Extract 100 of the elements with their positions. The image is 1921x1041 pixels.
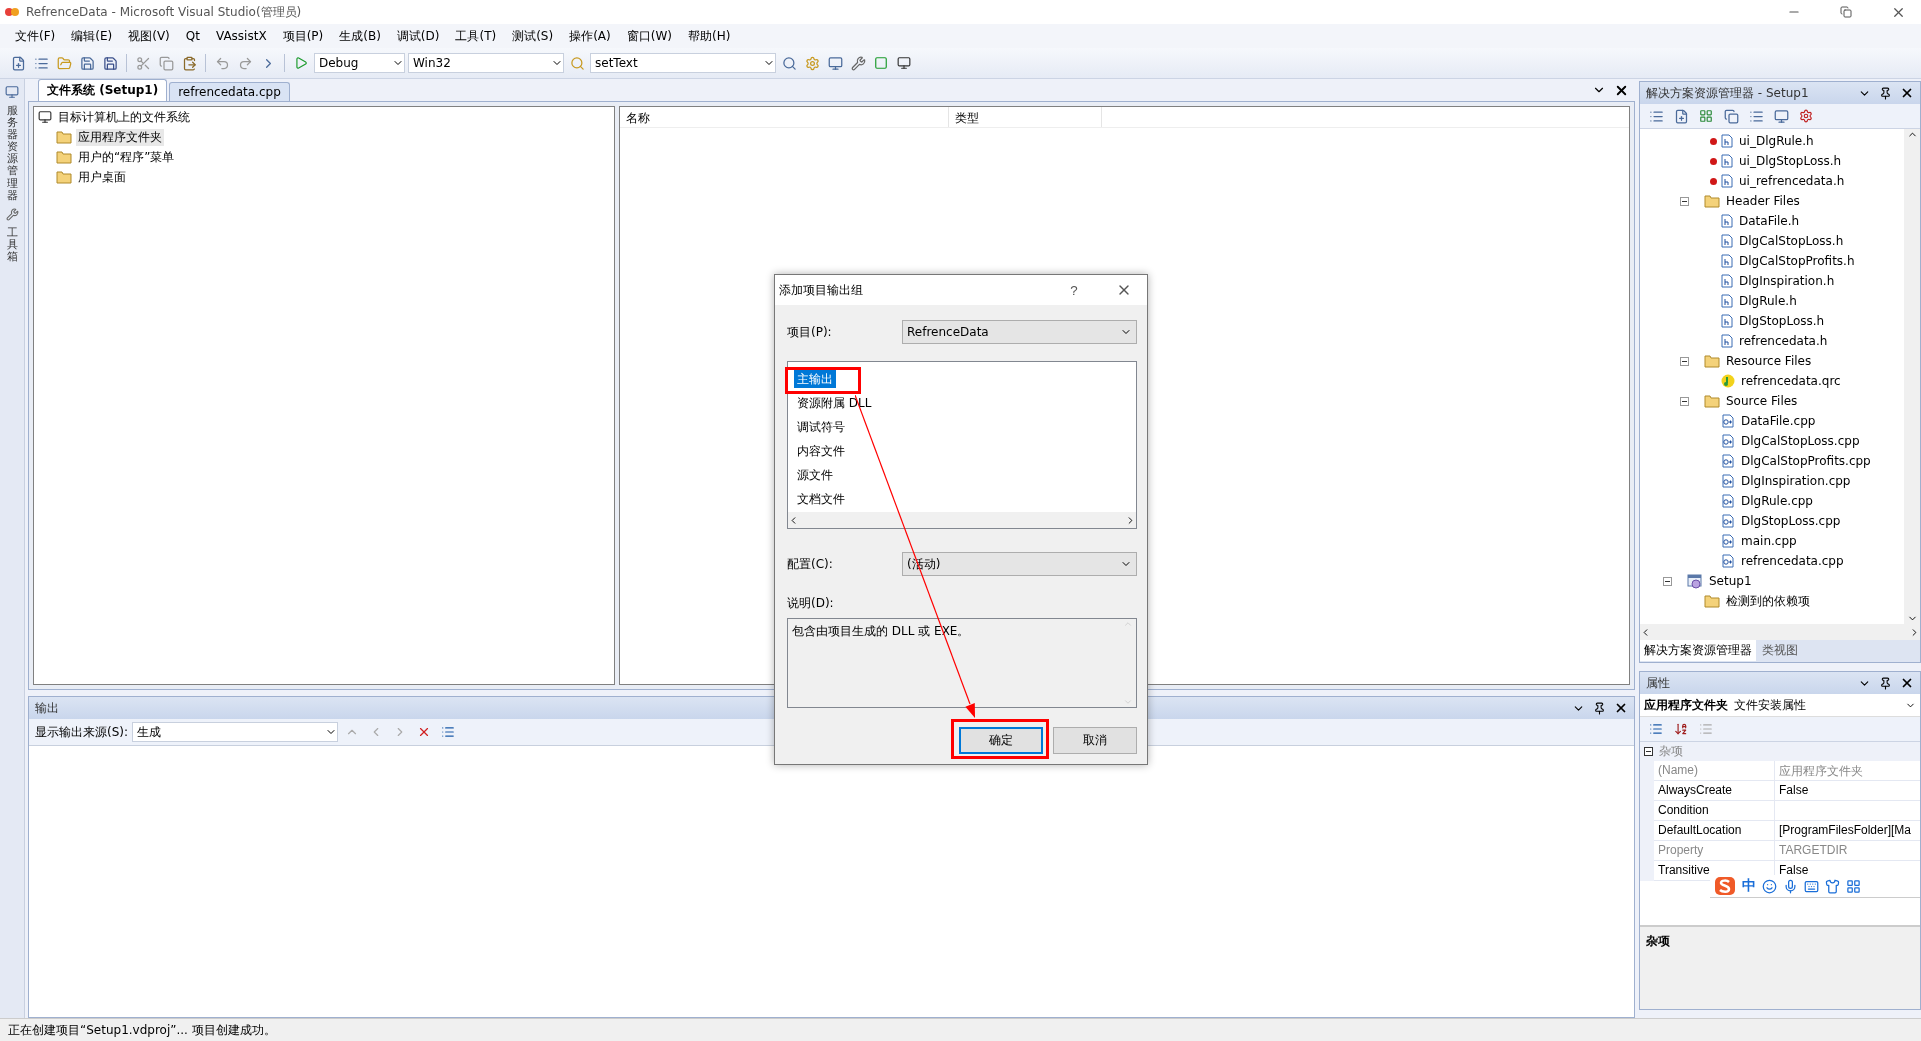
tree-item[interactable]: DlgCalStopLoss.cpp <box>1739 434 1862 448</box>
restore-icon[interactable] <box>1840 6 1852 18</box>
menu-item[interactable]: 测试(S) <box>505 25 561 47</box>
menu-item[interactable]: 窗口(W) <box>619 25 679 47</box>
column-header[interactable]: 类型 <box>949 107 1102 127</box>
panel-tab[interactable]: 解决方案资源管理器 <box>1640 640 1756 661</box>
tree-item[interactable]: 用户桌面 <box>76 168 128 186</box>
input-mode[interactable]: 中 <box>1742 877 1756 895</box>
tree-item[interactable]: ui_DlgStopLoss.h <box>1737 154 1844 168</box>
horizontal-scrollbar[interactable] <box>788 512 1136 528</box>
collapse-icon[interactable] <box>1663 576 1672 586</box>
keyboard-icon[interactable] <box>1804 878 1819 894</box>
platform-dropdown[interactable]: Win32 <box>408 53 564 73</box>
ime-logo[interactable] <box>1714 876 1736 896</box>
header-file-icon <box>1721 314 1733 328</box>
pin-icon[interactable] <box>1879 86 1892 100</box>
menu-item[interactable]: 编辑(E) <box>64 25 120 47</box>
dialog-button[interactable]: 取消 <box>1053 727 1137 754</box>
pin-icon[interactable] <box>1593 701 1606 715</box>
tree-item[interactable]: DlgStopLoss.h <box>1737 314 1827 328</box>
tree-item[interactable]: DataFile.cpp <box>1739 414 1818 428</box>
dialog-button[interactable]: 确定 <box>959 727 1043 754</box>
vertical-scrollbar[interactable] <box>1904 129 1920 624</box>
header-file-icon <box>1721 254 1733 268</box>
list-item[interactable]: 内容文件 <box>794 442 848 460</box>
help-button[interactable]: ? <box>1051 278 1097 302</box>
menu-item[interactable]: 工具(T) <box>448 25 504 47</box>
collapse-icon[interactable] <box>1680 396 1689 406</box>
tree-item[interactable]: DlgInspiration.h <box>1737 274 1837 288</box>
side-tab[interactable]: 服务器资源管理器 <box>6 105 18 202</box>
list-item[interactable]: 调试符号 <box>794 418 848 436</box>
cpp-file-icon <box>1721 434 1735 448</box>
app-logo <box>4 6 20 18</box>
tree-item[interactable]: DlgCalStopProfits.h <box>1737 254 1857 268</box>
microphone-icon[interactable] <box>1783 878 1798 894</box>
close-icon[interactable] <box>1614 701 1628 715</box>
property-value[interactable]: False <box>1775 781 1920 800</box>
tree-item[interactable]: refrencedata.h <box>1737 334 1830 348</box>
close-icon[interactable] <box>1900 86 1914 100</box>
output-source-dropdown[interactable]: 生成 <box>132 722 339 742</box>
close-icon[interactable] <box>1900 676 1914 690</box>
document-tab[interactable]: 文件系统 (Setup1) <box>38 79 168 101</box>
tree-item[interactable]: DlgRule.cpp <box>1739 494 1815 508</box>
tree-item[interactable]: refrencedata.qrc <box>1739 374 1843 388</box>
skin-icon[interactable] <box>1825 878 1840 894</box>
horizontal-scrollbar[interactable] <box>1640 624 1920 640</box>
property-value[interactable]: TARGETDIR <box>1775 841 1920 860</box>
resource-icon <box>1721 374 1735 388</box>
tree-item[interactable]: 应用程序文件夹 <box>76 128 164 146</box>
tree-item[interactable]: DlgInspiration.cpp <box>1739 474 1853 488</box>
menu-item[interactable]: 项目(P) <box>275 25 331 47</box>
folder-icon <box>56 130 72 144</box>
menu-item[interactable]: Qt <box>178 27 207 45</box>
tree-item[interactable]: DlgCalStopProfits.cpp <box>1739 454 1873 468</box>
find-dropdown[interactable]: setText <box>590 53 776 73</box>
field-label: 说明(D): <box>787 595 835 612</box>
field-label: 项目(P): <box>787 323 832 341</box>
tree-item[interactable]: main.cpp <box>1739 534 1799 548</box>
side-tab[interactable]: 工具箱 <box>6 226 18 264</box>
tree-item[interactable]: 目标计算机上的文件系统 <box>56 108 192 126</box>
folder-icon <box>56 150 72 164</box>
menu-item[interactable]: 调试(D) <box>389 25 447 47</box>
tree-item[interactable]: Source Files <box>1724 394 1800 408</box>
cpp-file-icon <box>1721 454 1735 468</box>
tree-item[interactable]: DataFile.h <box>1737 214 1802 228</box>
tree-item[interactable]: DlgCalStopLoss.h <box>1737 234 1846 248</box>
tree-item[interactable]: ui_DlgRule.h <box>1737 134 1816 148</box>
document-tab[interactable]: refrencedata.cpp <box>169 82 290 101</box>
toolbox-icon[interactable] <box>5 207 19 221</box>
menu-item[interactable]: VAssistX <box>208 27 274 45</box>
tree-item[interactable]: Header Files <box>1724 194 1802 208</box>
property-value[interactable]: 应用程序文件夹 <box>1775 761 1920 780</box>
tree-item[interactable]: Resource Files <box>1724 354 1814 368</box>
menu-item[interactable]: 生成(B) <box>332 25 388 47</box>
cpp-file-icon <box>1721 534 1735 548</box>
tree-item[interactable]: 用户的“程序”菜单 <box>76 148 177 166</box>
menu-item[interactable]: 文件(F) <box>8 25 63 47</box>
tree-item[interactable]: ui_refrencedata.h <box>1737 174 1847 188</box>
collapse-icon[interactable] <box>1680 196 1689 206</box>
list-item[interactable]: 文档文件 <box>794 490 848 508</box>
emoji-icon[interactable] <box>1762 878 1777 894</box>
tree-item[interactable]: Setup1 <box>1707 574 1754 588</box>
collapse-icon[interactable] <box>1644 747 1653 756</box>
project-dropdown[interactable]: RefrenceData <box>902 320 1137 344</box>
tree-item[interactable]: 检测到的依赖项 <box>1724 592 1812 610</box>
tree-item[interactable]: DlgStopLoss.cpp <box>1739 514 1843 528</box>
property-value[interactable]: [ProgramFilesFolder][Ma <box>1775 821 1920 840</box>
list-item[interactable]: 源文件 <box>794 466 836 484</box>
server-explorer-icon[interactable] <box>5 85 19 99</box>
toolbox-icon[interactable] <box>1846 878 1861 894</box>
list-item[interactable]: 主输出 <box>794 370 836 388</box>
tree-item[interactable]: DlgRule.h <box>1737 294 1799 308</box>
configuration-dropdown[interactable]: Debug <box>314 53 405 73</box>
column-header[interactable]: 名称 <box>620 107 949 127</box>
collapse-icon[interactable] <box>1680 356 1689 366</box>
menu-item[interactable]: 操作(A) <box>562 25 618 47</box>
pin-icon[interactable] <box>1879 676 1892 690</box>
menu-item[interactable]: 帮助(H) <box>680 25 738 47</box>
menu-item[interactable]: 视图(V) <box>121 25 177 47</box>
tree-item[interactable]: refrencedata.cpp <box>1739 554 1846 568</box>
